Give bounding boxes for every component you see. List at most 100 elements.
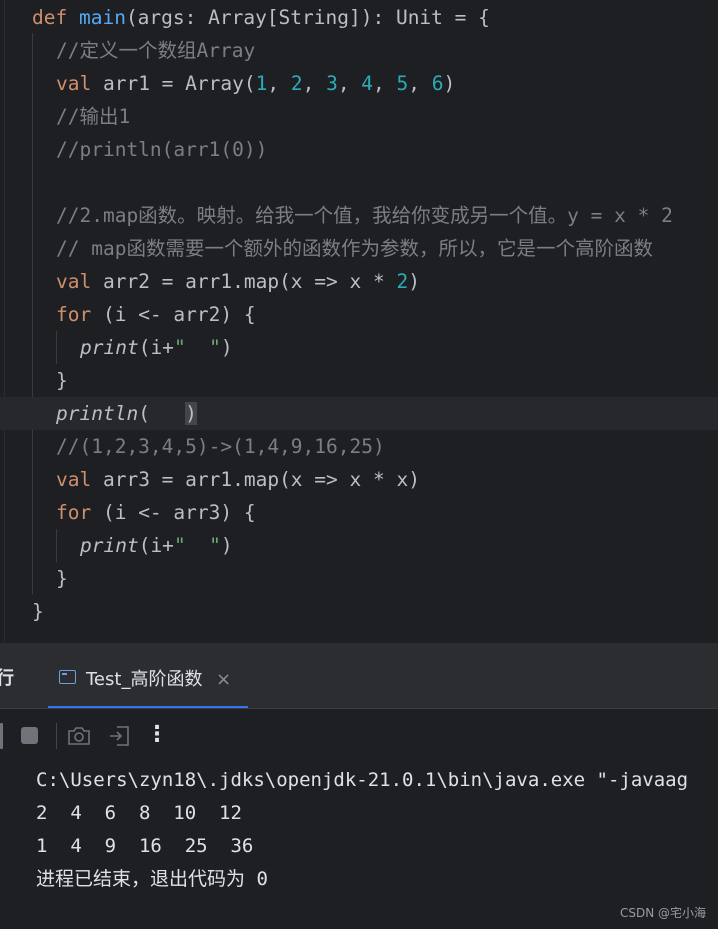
code-token: 6 xyxy=(431,72,444,95)
code-token: for xyxy=(56,303,103,326)
code-line[interactable]: } xyxy=(0,364,718,397)
console-line-command: C:\Users\zyn18\.jdks\openjdk-21.0.1\bin\… xyxy=(36,769,689,791)
code-token: , xyxy=(267,72,291,95)
code-line[interactable]: // map函数需要一个额外的函数作为参数，所以，它是一个高阶函数 xyxy=(0,232,718,265)
code-token: //2.map函数。映射。给我一个值，我给你变成另一个值。y = x * 2 xyxy=(56,204,673,227)
code-text: } xyxy=(32,595,44,628)
code-token: val xyxy=(56,468,103,491)
run-tool-window-header: 行 Test_高阶函数 × xyxy=(0,642,718,709)
rerun-icon[interactable] xyxy=(0,723,3,749)
close-tab-button[interactable]: × xyxy=(216,643,231,709)
code-line[interactable]: print(i+" ") xyxy=(0,331,718,364)
code-editor[interactable]: def main(args: Array[String]): Unit = { /… xyxy=(0,0,718,642)
code-text: } xyxy=(56,562,68,595)
code-text: val arr1 = Array(1, 2, 3, 4, 5, 6) xyxy=(56,67,455,100)
code-token: ) xyxy=(408,270,420,293)
code-text: } xyxy=(56,364,68,397)
code-token: 5 xyxy=(396,72,409,95)
code-token: } xyxy=(56,369,68,392)
code-token: 2 xyxy=(396,270,409,293)
code-token: println xyxy=(56,402,139,425)
code-token: , xyxy=(302,72,327,95)
code-line[interactable]: for (i <- arr3) { xyxy=(0,496,718,529)
code-token: arr3 = arr1.map(x => x * x) xyxy=(102,468,420,491)
console-line-output-1: 2 4 6 8 10 12 xyxy=(36,802,242,824)
code-token: (i+ xyxy=(138,534,174,557)
code-line[interactable] xyxy=(0,166,718,199)
code-text: def main(args: Array[String]): Unit = { xyxy=(32,1,490,34)
watermark: CSDN @宅小海 xyxy=(619,906,706,920)
code-token: def xyxy=(32,6,79,29)
code-text: print(i+" ") xyxy=(80,529,233,562)
code-token: ) xyxy=(185,402,197,425)
code-token: //(1,2,3,4,5)->(1,4,9,16,25) xyxy=(56,435,385,458)
code-token: arr2 = arr1.map(x => x * xyxy=(102,270,397,293)
stop-button[interactable] xyxy=(21,727,38,744)
code-token: 4 xyxy=(361,72,374,95)
code-token: //输出1 xyxy=(56,105,131,128)
exit-icon[interactable] xyxy=(108,724,132,748)
code-line[interactable]: print(i+" ") xyxy=(0,529,718,562)
code-token: ) xyxy=(220,534,233,557)
more-options-button[interactable]: ⋮ xyxy=(146,721,168,751)
code-token: ) xyxy=(220,336,233,359)
code-line[interactable]: } xyxy=(0,562,718,595)
tab-run-configuration[interactable]: Test_高阶函数 × xyxy=(48,643,248,709)
code-token: " " xyxy=(173,336,221,359)
tab-label: Test_高阶函数 xyxy=(86,669,203,690)
console-output[interactable]: C:\Users\zyn18\.jdks\openjdk-21.0.1\bin\… xyxy=(0,762,718,929)
code-token: print xyxy=(80,534,139,557)
code-line[interactable]: def main(args: Array[String]): Unit = { xyxy=(0,1,718,34)
code-token: (args: Array[String]): Unit = { xyxy=(125,6,490,29)
code-text: // map函数需要一个额外的函数作为参数，所以，它是一个高阶函数 xyxy=(56,232,653,265)
console-line-exit: 进程已结束，退出代码为 0 xyxy=(36,868,268,890)
code-text: //println(arr1(0)) xyxy=(56,133,267,166)
run-tool-window-title: 行 xyxy=(0,668,14,689)
code-token: //println(arr1(0)) xyxy=(56,138,268,161)
code-line[interactable]: println( ) xyxy=(0,397,718,430)
code-line[interactable]: //(1,2,3,4,5)->(1,4,9,16,25) xyxy=(0,430,718,463)
run-toolbar: ⋮ xyxy=(0,708,718,764)
code-text: //定义一个数组Array xyxy=(56,34,255,67)
code-token: (i+ xyxy=(138,336,174,359)
code-token: val xyxy=(56,72,103,95)
console-line-output-2: 1 4 9 16 25 36 xyxy=(36,835,254,857)
code-token: 3 xyxy=(326,72,338,95)
code-token: ) xyxy=(443,72,456,95)
code-token: 2 xyxy=(290,72,303,95)
code-token: } xyxy=(32,600,44,623)
code-line[interactable]: //定义一个数组Array xyxy=(0,34,718,67)
code-token: for xyxy=(56,501,103,524)
code-text: //2.map函数。映射。给我一个值，我给你变成另一个值。y = x * 2 xyxy=(56,199,673,232)
code-token: arr1 = Array( xyxy=(102,72,256,95)
code-text: val arr2 = arr1.map(x => x * 2) xyxy=(56,265,420,298)
code-token: // map函数需要一个额外的函数作为参数，所以，它是一个高阶函数 xyxy=(56,237,653,260)
code-text: val arr3 = arr1.map(x => x * x) xyxy=(56,463,420,496)
code-token: (i <- arr3) { xyxy=(102,501,256,524)
code-line[interactable]: val arr1 = Array(1, 2, 3, 4, 5, 6) xyxy=(0,67,718,100)
code-text: //输出1 xyxy=(56,100,130,133)
camera-icon[interactable] xyxy=(67,725,91,747)
code-token: val xyxy=(56,270,103,293)
code-line[interactable]: for (i <- arr2) { xyxy=(0,298,718,331)
code-line[interactable]: //输出1 xyxy=(0,100,718,133)
code-token: " " xyxy=(173,534,221,557)
code-token: (i <- arr2) { xyxy=(102,303,256,326)
code-line[interactable]: val arr2 = arr1.map(x => x * 2) xyxy=(0,265,718,298)
code-line[interactable]: //2.map函数。映射。给我一个值，我给你变成另一个值。y = x * 2 xyxy=(0,199,718,232)
code-line[interactable]: } xyxy=(0,595,718,628)
code-text: for (i <- arr2) { xyxy=(56,298,256,331)
code-token: } xyxy=(56,567,68,590)
code-text: //(1,2,3,4,5)->(1,4,9,16,25) xyxy=(56,430,385,463)
code-token: , xyxy=(408,72,432,95)
code-token: , xyxy=(337,72,362,95)
code-token: //定义一个数组Array xyxy=(56,39,256,62)
code-line[interactable]: //println(arr1(0)) xyxy=(0,133,718,166)
code-token: , xyxy=(373,72,397,95)
code-text: for (i <- arr3) { xyxy=(56,496,256,529)
console-icon xyxy=(59,670,76,684)
code-line[interactable]: val arr3 = arr1.map(x => x * x) xyxy=(0,463,718,496)
code-text: println( ) xyxy=(56,397,197,430)
code-token: main xyxy=(78,6,126,29)
